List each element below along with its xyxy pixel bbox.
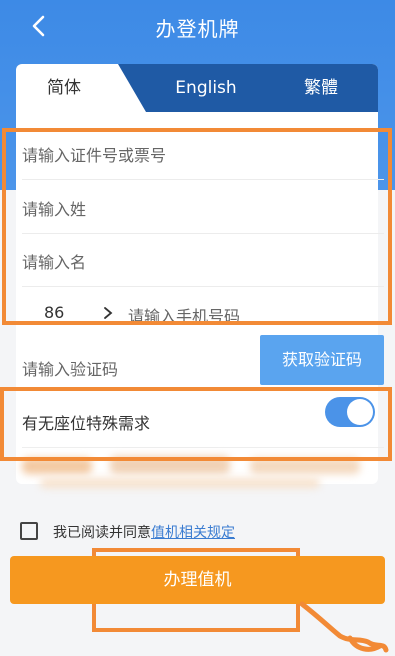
toggle-knob [347,399,373,425]
redacted-blob [250,458,360,474]
verify-code-placeholder: 请输入验证码 [22,360,119,379]
agreement-link[interactable]: 值机相关规定 [151,525,235,541]
redacted-blob [22,458,92,474]
scribble-annotation [300,601,389,653]
special-seat-toggle[interactable] [325,397,375,427]
app-header: 办登机牌 [0,0,395,52]
page-title: 办登机牌 [155,17,240,41]
agreement-checkbox[interactable] [20,522,38,540]
redacted-content [20,452,360,490]
tab-english[interactable]: English [136,64,276,112]
redacted-blob [110,456,230,474]
chevron-right-icon[interactable] [102,305,114,321]
agreement-text-wrapper: 我已阅读并同意值机相关规定 [53,522,235,542]
redacted-blob [40,478,320,488]
country-code-selector[interactable]: 86 [44,303,64,322]
phone-row: 86 请输入手机号码 [16,287,384,340]
verify-code-field[interactable]: 请输入验证码 [22,340,252,393]
given-name-placeholder: 请输入名 [22,253,87,272]
tab-simplified[interactable]: 简体 [16,64,146,112]
special-seat-label: 有无座位特殊需求 [22,414,151,433]
given-name-field[interactable]: 请输入名 [22,233,384,287]
phone-input[interactable]: 请输入手机号码 [128,303,240,327]
get-code-button[interactable]: 获取验证码 [260,335,384,385]
agreement-text: 我已阅读并同意 [53,525,151,541]
submit-checkin-button[interactable]: 办理值机 [10,556,385,604]
surname-placeholder: 请输入姓 [22,200,87,219]
language-tabs: 简体 English 繁體 [16,64,378,112]
id-number-field[interactable]: 请输入证件号或票号 [22,126,384,180]
tab-traditional[interactable]: 繁體 [264,64,378,112]
id-number-placeholder: 请输入证件号或票号 [22,146,167,165]
surname-field[interactable]: 请输入姓 [22,180,384,234]
